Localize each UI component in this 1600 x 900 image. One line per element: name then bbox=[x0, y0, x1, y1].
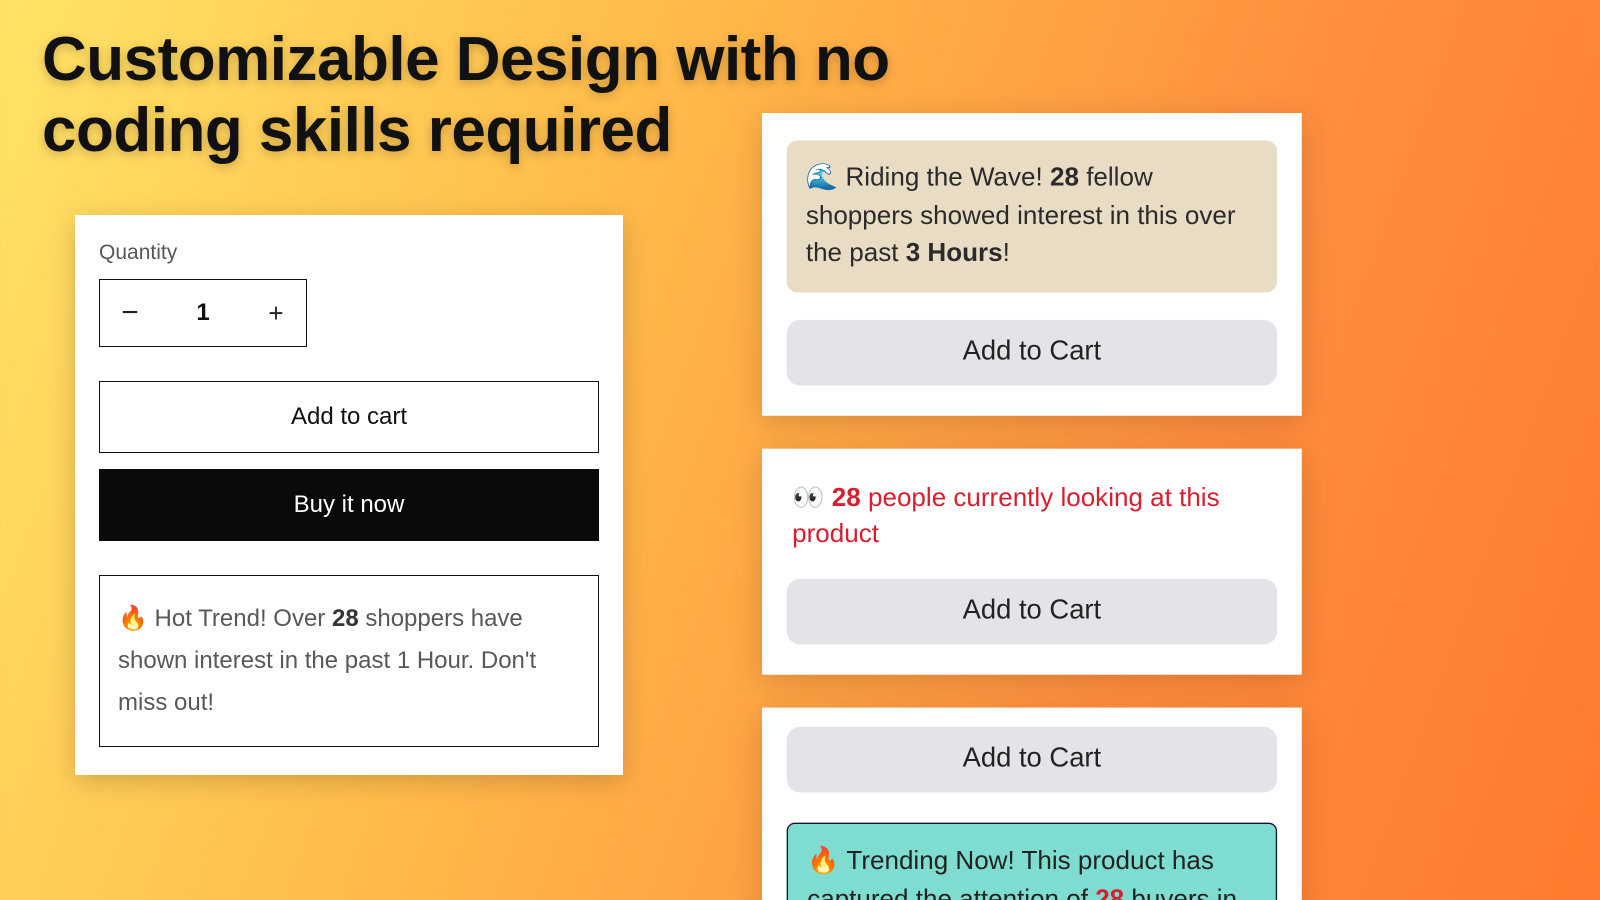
wave-text-after: ! bbox=[1003, 239, 1010, 268]
wave-icon: 🌊 bbox=[806, 164, 838, 193]
fire-icon: 🔥 bbox=[118, 605, 148, 632]
banner-count: 28 bbox=[332, 605, 359, 632]
quantity-stepper: − 1 + bbox=[99, 279, 307, 347]
add-to-cart-button[interactable]: Add to Cart bbox=[787, 727, 1277, 793]
social-proof-banner-trending: 🔥 Trending Now! This product has capture… bbox=[787, 822, 1277, 900]
social-proof-banner: 🔥 Hot Trend! Over 28 shoppers have shown… bbox=[99, 575, 599, 747]
preview-card-trending: Add to Cart 🔥 Trending Now! This product… bbox=[762, 707, 1302, 900]
eyes-icon: 👀 bbox=[792, 484, 824, 513]
fire-icon: 🔥 bbox=[807, 847, 839, 876]
wave-count: 28 bbox=[1050, 164, 1079, 193]
variant-previews-column: 🌊 Riding the Wave! 28 fellow shoppers sh… bbox=[762, 113, 1302, 900]
preview-card-wave: 🌊 Riding the Wave! 28 fellow shoppers sh… bbox=[762, 113, 1302, 415]
preview-card-eyes: 👀 28 people currently looking at this pr… bbox=[762, 448, 1302, 674]
quantity-value: 1 bbox=[160, 299, 246, 327]
wave-text-before: Riding the Wave! bbox=[838, 164, 1050, 193]
add-to-cart-button[interactable]: Add to Cart bbox=[787, 579, 1277, 645]
buy-now-button[interactable]: Buy it now bbox=[99, 469, 599, 541]
quantity-decrement-button[interactable]: − bbox=[100, 298, 160, 328]
social-proof-banner-wave: 🌊 Riding the Wave! 28 fellow shoppers sh… bbox=[787, 140, 1277, 292]
trending-count: 28 bbox=[1095, 886, 1124, 900]
quantity-label: Quantity bbox=[99, 241, 599, 265]
add-to-cart-button[interactable]: Add to cart bbox=[99, 381, 599, 453]
product-form-card: Quantity − 1 + Add to cart Buy it now 🔥 … bbox=[75, 215, 623, 775]
social-proof-banner-eyes: 👀 28 people currently looking at this pr… bbox=[787, 476, 1277, 579]
banner-text-prefix: Hot Trend! Over bbox=[148, 605, 332, 632]
add-to-cart-button[interactable]: Add to Cart bbox=[787, 319, 1277, 385]
quantity-increment-button[interactable]: + bbox=[246, 300, 306, 326]
eyes-count: 28 bbox=[832, 484, 861, 513]
wave-duration: 3 Hours bbox=[906, 239, 1003, 268]
